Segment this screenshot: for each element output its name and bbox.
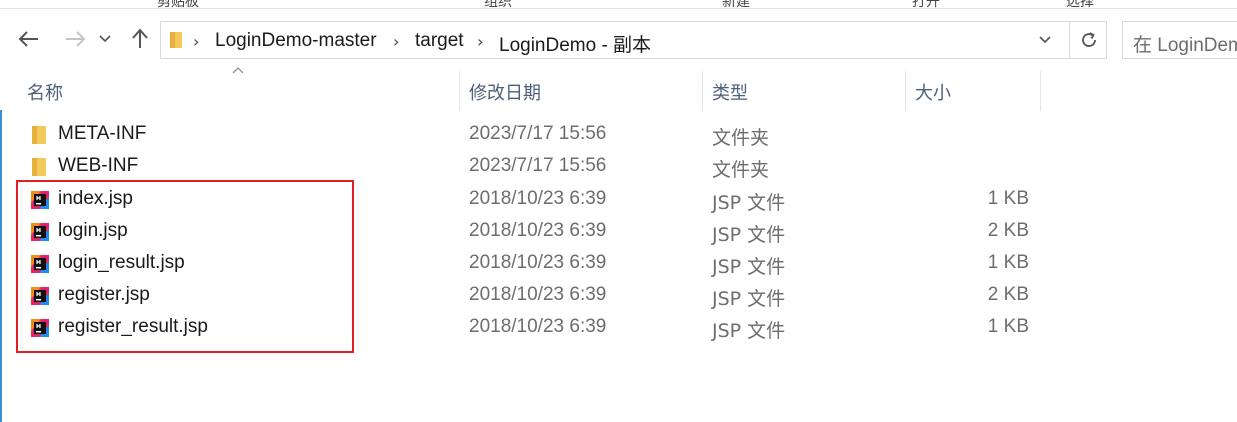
- file-date: 2023/7/17 15:56: [469, 155, 607, 176]
- file-type: JSP 文件: [712, 224, 786, 246]
- address-bar[interactable]: › LoginDemo-master › target › LoginDemo …: [160, 21, 1107, 59]
- file-size: 1 KB: [987, 252, 1029, 273]
- refresh-button[interactable]: [1069, 22, 1107, 58]
- file-type: JSP 文件: [712, 192, 786, 214]
- chevron-down-icon: [99, 35, 111, 43]
- folder-icon: [32, 158, 46, 176]
- up-arrow-icon: [132, 28, 148, 48]
- file-size: 1 KB: [987, 188, 1029, 209]
- file-date: 2023/7/17 15:56: [469, 123, 607, 144]
- navigation-toolbar: › LoginDemo-master › target › LoginDemo …: [0, 9, 1237, 71]
- list-item[interactable]: WEB-INF 2023/7/17 15:56 文件夹: [0, 151, 1237, 183]
- ribbon-strip: 剪贴板 组织 新建 打开 选择: [0, 0, 1237, 9]
- file-name: META-INF: [58, 123, 147, 144]
- list-item[interactable]: META-INF 2023/7/17 15:56 文件夹: [0, 119, 1237, 151]
- breadcrumb-item[interactable]: LoginDemo-master: [215, 30, 377, 52]
- breadcrumb-separator-icon[interactable]: ›: [393, 32, 399, 51]
- breadcrumb-separator-icon[interactable]: ›: [193, 32, 199, 51]
- column-divider[interactable]: [459, 71, 460, 111]
- breadcrumb-separator-icon[interactable]: ›: [477, 32, 483, 51]
- refresh-icon: [1081, 32, 1096, 47]
- file-type: JSP 文件: [712, 320, 786, 342]
- file-date: 2018/10/23 6:39: [469, 188, 607, 209]
- annotation-highlight-box: [16, 180, 354, 353]
- column-divider[interactable]: [1040, 71, 1041, 111]
- forward-button[interactable]: [61, 25, 89, 53]
- ribbon-label-organize[interactable]: 组织: [484, 0, 512, 8]
- search-input[interactable]: 在 LoginDemo: [1122, 21, 1237, 59]
- column-header-date[interactable]: 修改日期: [469, 79, 541, 105]
- file-type: 文件夹: [712, 127, 770, 149]
- forward-arrow-icon: [66, 31, 86, 47]
- column-header-name[interactable]: 名称: [27, 79, 63, 105]
- file-type: JSP 文件: [712, 288, 786, 310]
- file-name: WEB-INF: [58, 155, 139, 176]
- breadcrumb-item[interactable]: LoginDemo - 副本: [499, 30, 651, 57]
- search-placeholder: 在 LoginDemo: [1133, 35, 1237, 56]
- ribbon-label-select[interactable]: 选择: [1066, 0, 1094, 8]
- up-button[interactable]: [126, 25, 154, 53]
- column-divider[interactable]: [905, 71, 906, 111]
- recent-locations-button[interactable]: [96, 25, 114, 53]
- file-date: 2018/10/23 6:39: [469, 220, 607, 241]
- column-header-size[interactable]: 大小: [915, 79, 951, 105]
- folder-icon: [170, 32, 182, 48]
- address-history-button[interactable]: [1031, 22, 1059, 58]
- file-type: JSP 文件: [712, 256, 786, 278]
- file-size: 2 KB: [987, 220, 1029, 241]
- back-arrow-icon: [18, 31, 38, 47]
- column-header-type[interactable]: 类型: [712, 79, 748, 105]
- column-header-row: 名称 修改日期 类型 大小: [0, 67, 1237, 111]
- breadcrumb-item[interactable]: target: [415, 30, 464, 52]
- file-date: 2018/10/23 6:39: [469, 316, 607, 337]
- file-size: 1 KB: [987, 316, 1029, 337]
- ribbon-label-open[interactable]: 打开: [912, 0, 940, 8]
- chevron-down-icon: [1039, 36, 1051, 44]
- file-date: 2018/10/23 6:39: [469, 252, 607, 273]
- ribbon-label-clipboard[interactable]: 剪贴板: [157, 0, 199, 8]
- folder-icon: [32, 126, 46, 144]
- file-date: 2018/10/23 6:39: [469, 284, 607, 305]
- file-size: 2 KB: [987, 284, 1029, 305]
- file-type: 文件夹: [712, 159, 770, 181]
- ribbon-label-new[interactable]: 新建: [722, 0, 750, 8]
- sort-ascending-icon: [232, 67, 244, 74]
- back-button[interactable]: [15, 25, 43, 53]
- column-divider[interactable]: [702, 71, 703, 111]
